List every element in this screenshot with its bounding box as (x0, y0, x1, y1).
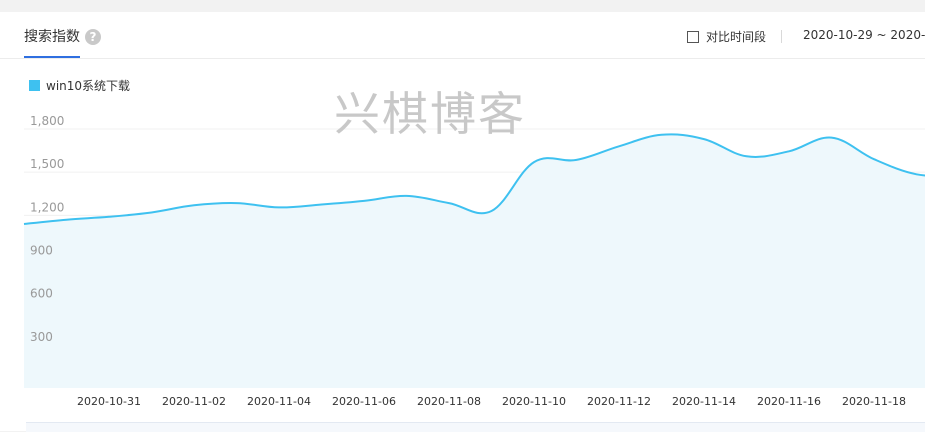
watermark-text: 兴棋博客 (334, 87, 526, 141)
x-axis: 2020-10-31 2020-11-02 2020-11-04 2020-11-06… (77, 395, 906, 408)
y-tick-label: 1,200 (30, 200, 64, 214)
x-tick-label: 2020-11-16 (757, 395, 821, 408)
y-tick-label: 600 (30, 287, 53, 301)
x-tick-label: 2020-11-08 (417, 395, 481, 408)
y-tick-label: 300 (30, 330, 53, 344)
y-tick-label: 1,500 (30, 157, 64, 171)
x-tick-label: 2020-11-14 (672, 395, 736, 408)
x-tick-label: 2020-11-02 (162, 395, 226, 408)
y-tick-label: 1,800 (30, 114, 64, 128)
x-tick-label: 2020-10-31 (77, 395, 141, 408)
trend-chart: 3006009001,2001,5001,800 2020-10-31 2020-… (23, 114, 925, 408)
x-tick-label: 2020-11-18 (842, 395, 906, 408)
x-tick-label: 2020-11-04 (247, 395, 311, 408)
x-tick-label: 2020-11-12 (587, 395, 651, 408)
x-tick-label: 2020-11-06 (332, 395, 396, 408)
x-tick-label: 2020-11-10 (502, 395, 566, 408)
y-tick-label: 900 (30, 244, 53, 258)
